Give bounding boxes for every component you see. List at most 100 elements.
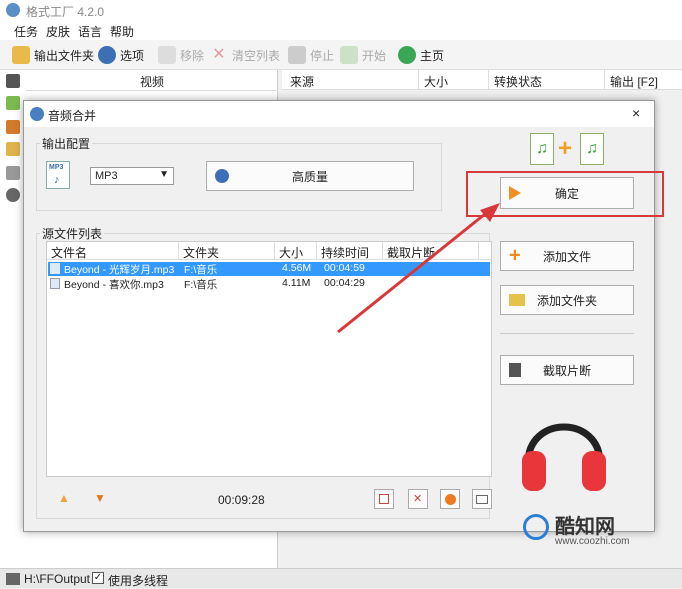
close-icon[interactable]: × — [632, 105, 640, 121]
dialog-logo-icon — [30, 107, 44, 121]
add-file-button[interactable]: + 添加文件 — [500, 241, 634, 271]
audio-file-icon — [50, 263, 60, 274]
quality-label: 高质量 — [291, 169, 328, 184]
folder-add-icon — [509, 294, 525, 306]
options-button[interactable]: 选项 — [98, 44, 144, 66]
total-duration: 00:09:28 — [218, 493, 265, 507]
clear-files-icon: ✕ — [413, 493, 423, 505]
add-folder-button[interactable]: 添加文件夹 — [500, 285, 634, 315]
move-up-icon[interactable]: ▲ — [58, 491, 70, 505]
col-output[interactable]: 输出 [F2] — [610, 73, 658, 90]
category-video[interactable]: 视频 — [26, 73, 278, 91]
clear-list-label: 清空列表 — [232, 48, 281, 63]
rom-device-icon[interactable] — [6, 166, 20, 180]
dialog-title-bar: 音频合并 × — [24, 101, 654, 127]
clear-files-button[interactable]: ✕ — [408, 489, 428, 509]
stop-label: 停止 — [310, 48, 335, 63]
th-size[interactable]: 大小 — [275, 242, 317, 260]
chevron-down-icon: ▼ — [159, 169, 169, 180]
output-path: H:\FFOutput — [24, 572, 91, 586]
options-icon — [98, 46, 116, 64]
watermark-logo-icon — [523, 514, 549, 540]
row-folder: F:\音乐 — [184, 264, 218, 276]
audio-file-icon: ♫ — [530, 133, 554, 165]
multithread-checkbox[interactable]: ✓ — [92, 572, 104, 584]
headphones-icon — [522, 423, 606, 491]
menu-task[interactable]: 任务 — [14, 23, 38, 40]
audio-file-icon — [50, 278, 60, 289]
audio-icon[interactable] — [6, 96, 20, 110]
info-button[interactable] — [472, 489, 492, 509]
start-icon — [340, 46, 358, 64]
mp3-format-icon: MP3 ♪ — [46, 161, 70, 189]
home-globe-icon — [398, 46, 416, 64]
remove-button[interactable]: 移除 — [158, 44, 204, 66]
stop-icon — [288, 46, 306, 64]
plus-icon: + — [509, 244, 521, 267]
format-select-value: MP3 — [95, 170, 118, 182]
clear-icon: ✕ — [212, 46, 226, 63]
add-file-label: 添加文件 — [542, 249, 591, 264]
multithread-label: 使用多线程 — [108, 574, 169, 588]
output-folder-label: 输出文件夹 — [34, 48, 95, 63]
remove-icon — [158, 46, 176, 64]
status-bar: H:\FFOutput ✓ 使用多线程 — [0, 568, 682, 588]
image-icon[interactable] — [6, 120, 20, 134]
play-icon — [445, 494, 456, 505]
dialog-title: 音频合并 — [48, 109, 97, 123]
task-list-header: 来源 大小 转换状态 输出 [F2] — [282, 70, 682, 90]
row-filename: Beyond - 喜欢你.mp3 — [64, 279, 164, 291]
audio-file-icon: ♫ — [580, 133, 604, 165]
row-size: 4.11M — [282, 277, 311, 289]
clip-label: 截取片断 — [542, 363, 591, 378]
folder-icon — [12, 46, 30, 64]
audio-merge-icon: ♫ + ♫ — [530, 133, 606, 169]
watermark-brand: 酷知网 — [555, 516, 615, 538]
th-filename[interactable]: 文件名 — [47, 242, 179, 260]
format-select[interactable]: MP3 ▼ — [90, 167, 174, 185]
home-button[interactable]: 主页 — [398, 44, 444, 66]
col-status[interactable]: 转换状态 — [494, 73, 542, 90]
clear-list-button[interactable]: ✕ 清空列表 — [210, 44, 280, 66]
col-divider — [418, 70, 419, 90]
col-divider — [604, 70, 605, 90]
toolbar: 输出文件夹 选项 移除 ✕ 清空列表 停止 开始 主页 — [0, 40, 682, 70]
col-divider — [488, 70, 489, 90]
info-icon — [476, 495, 488, 504]
quality-button[interactable]: 高质量 — [206, 161, 414, 191]
remove-file-icon — [379, 494, 389, 504]
row-folder: F:\音乐 — [184, 279, 218, 291]
output-folder-button[interactable]: 输出文件夹 — [12, 44, 94, 66]
document-icon[interactable] — [6, 142, 20, 156]
video-icon[interactable] — [6, 74, 20, 88]
remove-label: 移除 — [180, 48, 205, 63]
menu-language[interactable]: 语言 — [78, 23, 102, 40]
quality-icon — [215, 169, 229, 183]
remove-file-button[interactable] — [374, 489, 394, 509]
source-list-label: 源文件列表 — [40, 225, 105, 242]
clip-button[interactable]: 截取片断 — [500, 355, 634, 385]
mp3-icon-text: MP3 — [49, 164, 64, 171]
menu-skin[interactable]: 皮肤 — [46, 23, 70, 40]
drive-icon — [6, 573, 20, 585]
col-source[interactable]: 来源 — [290, 73, 314, 90]
plus-icon: + — [558, 135, 573, 162]
divider — [500, 333, 634, 334]
note-icon: ♪ — [54, 174, 60, 186]
move-down-icon[interactable]: ▼ — [94, 491, 106, 505]
row-size: 4.56M — [282, 262, 312, 274]
menu-bar: 任务 皮肤 语言 帮助 — [0, 20, 682, 40]
stop-button[interactable]: 停止 — [288, 44, 334, 66]
row-filename: Beyond - 光辉岁月.mp3 — [64, 264, 175, 276]
watermark-url: www.coozhi.com — [555, 536, 630, 547]
th-folder[interactable]: 文件夹 — [179, 242, 275, 260]
app-title: 格式工厂 4.2.0 — [26, 5, 105, 19]
play-button[interactable] — [440, 489, 460, 509]
col-size[interactable]: 大小 — [424, 73, 448, 90]
menu-help[interactable]: 帮助 — [110, 23, 134, 40]
options-label: 选项 — [120, 48, 145, 63]
add-folder-label: 添加文件夹 — [536, 293, 597, 308]
title-bar: 格式工厂 4.2.0 — [0, 0, 682, 20]
start-button[interactable]: 开始 — [340, 44, 386, 66]
tools-icon[interactable] — [6, 188, 20, 202]
